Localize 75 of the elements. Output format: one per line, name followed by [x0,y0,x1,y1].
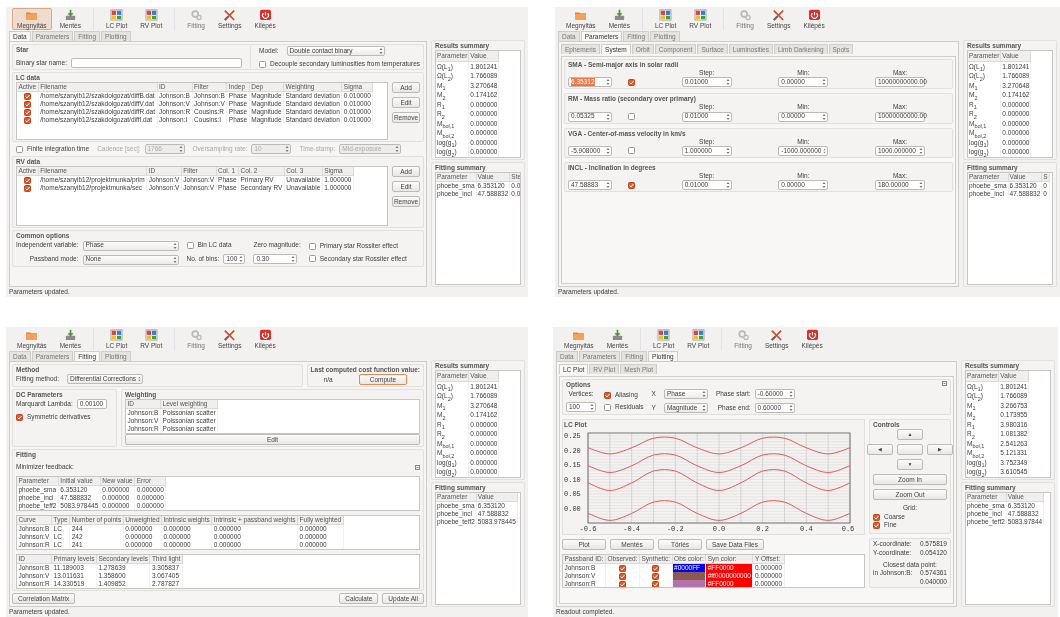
spin-arrows-icon [725,146,730,155]
spin-arrows-icon [725,112,730,121]
power-icon [804,329,820,341]
power-icon [257,9,273,21]
checkbox[interactable] [23,93,31,101]
checkbox[interactable] [628,113,635,120]
spin-arrows-icon [701,404,706,413]
checkbox[interactable] [259,60,267,68]
checkbox[interactable] [619,573,627,581]
spin-arrows-icon [291,254,296,263]
checkbox[interactable] [23,185,31,193]
spin-arrows-icon [138,375,141,384]
checkbox[interactable] [308,242,316,250]
spin-arrows-icon [378,47,383,55]
checkbox[interactable] [23,101,31,109]
spin-arrows-icon [178,145,183,154]
checkbox[interactable] [604,403,611,411]
folder-icon [573,9,589,21]
spin-arrows-icon [823,146,827,155]
spin-arrows-icon [606,112,610,121]
checkbox[interactable] [628,78,635,86]
chart-icon [143,329,159,341]
folder-icon [24,9,40,21]
checkbox[interactable] [873,513,880,521]
spin-arrows-icon [725,181,730,189]
spin-arrows-icon [606,78,610,87]
spin-arrows-icon [701,390,706,399]
spin-arrows-icon [822,78,827,87]
chart-icon [143,9,159,21]
spin-arrows-icon [788,390,793,399]
spin-arrows-icon [918,181,923,189]
chart-icon [658,9,674,21]
checkbox[interactable] [652,565,660,573]
checkbox[interactable] [23,177,31,185]
checkbox[interactable] [873,521,880,529]
folder-icon [571,329,587,341]
checkbox[interactable] [16,413,23,421]
checkbox[interactable] [186,242,194,249]
checkbox[interactable] [628,181,635,189]
spin-arrows-icon [395,145,400,154]
checkbox[interactable] [619,565,627,573]
chart-icon [690,329,706,341]
checkbox[interactable] [23,117,31,125]
power-icon [806,9,822,21]
spin-arrows-icon [172,241,177,250]
spin-arrows-icon [606,181,610,189]
chart-icon [656,329,672,341]
collapse-icon [415,464,420,470]
checkbox[interactable] [16,145,23,153]
spin-arrows-icon [606,146,610,155]
spin-arrows-icon [172,255,177,264]
checkbox[interactable] [604,391,611,399]
spin-arrows-icon [822,112,827,121]
checkbox[interactable] [308,255,316,263]
checkbox[interactable] [628,147,635,155]
spin-arrows-icon [725,78,730,87]
spin-arrows-icon [918,146,923,155]
color-swatch[interactable] [672,572,706,581]
chart-icon [109,329,125,341]
chart-icon [692,9,708,21]
spin-arrows-icon [788,404,793,413]
checkbox[interactable] [23,109,31,117]
checkbox[interactable] [652,581,660,588]
spin-arrows-icon [822,181,827,189]
folder-icon [24,329,40,341]
spin-arrows-icon [239,254,244,263]
checkbox[interactable] [652,573,660,581]
checkbox[interactable] [619,581,627,588]
text-field[interactable] [70,58,243,69]
collapse-icon [942,381,947,386]
color-swatch[interactable] [672,580,706,588]
chart-icon [109,9,125,21]
power-icon [257,329,273,341]
spin-arrows-icon [285,145,290,154]
spin-arrows-icon [590,403,594,412]
